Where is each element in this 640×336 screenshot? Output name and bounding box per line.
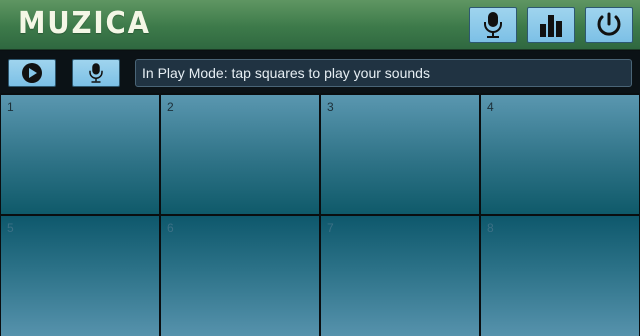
play-icon [22,63,42,83]
pad-number: 7 [327,221,334,235]
microphone-icon [484,12,502,38]
sound-pad-4[interactable]: 4 [481,95,639,214]
app-title: MUZICA [18,6,151,41]
sound-pad-grid: 1 2 3 4 5 6 7 8 [0,93,640,336]
power-icon [597,12,621,36]
sound-pad-1[interactable]: 1 [1,95,159,214]
pad-number: 4 [487,100,494,114]
pad-number: 3 [327,100,334,114]
pad-number: 6 [167,221,174,235]
sound-pad-8[interactable]: 8 [481,216,639,336]
top-bar: MUZICA [0,0,640,50]
record-mode-button[interactable] [469,7,517,43]
control-bar: In Play Mode: tap squares to play your s… [0,51,640,93]
pad-number: 8 [487,221,494,235]
microphone-icon [89,63,103,83]
stats-button[interactable] [527,7,575,43]
status-message: In Play Mode: tap squares to play your s… [135,59,632,87]
play-button[interactable] [8,59,56,87]
sound-pad-7[interactable]: 7 [321,216,479,336]
power-button[interactable] [585,7,633,43]
sound-pad-5[interactable]: 5 [1,216,159,336]
sound-pad-2[interactable]: 2 [161,95,319,214]
sound-pad-6[interactable]: 6 [161,216,319,336]
record-button[interactable] [72,59,120,87]
pad-number: 1 [7,100,14,114]
sound-pad-3[interactable]: 3 [321,95,479,214]
pad-number: 2 [167,100,174,114]
pad-number: 5 [7,221,14,235]
bar-chart-icon [540,15,562,37]
